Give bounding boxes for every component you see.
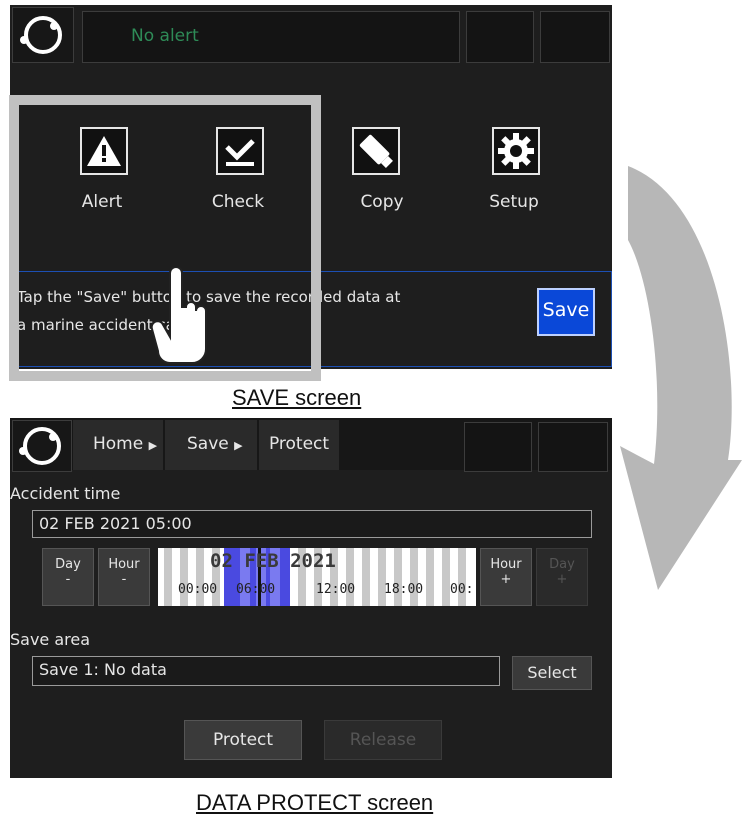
timeline-stripe: [426, 548, 434, 606]
copy-menu-button[interactable]: [352, 127, 400, 175]
day-minus-sign: -: [65, 572, 71, 587]
header-slot-2[interactable]: [538, 422, 608, 472]
usb-drive-icon: [359, 134, 393, 168]
timeline-tick-0000: 00:00: [178, 582, 218, 597]
select-button[interactable]: Select: [512, 656, 592, 690]
save-button[interactable]: Save: [537, 288, 595, 336]
timeline-tick-0600: 06:00: [236, 582, 276, 597]
logo-dot-icon: [20, 36, 28, 44]
protect-button[interactable]: Protect: [184, 720, 302, 760]
copy-menu-label: Copy: [360, 192, 404, 212]
hour-plus-button[interactable]: Hour +: [480, 548, 532, 606]
timeline-stripe: [346, 548, 354, 606]
timeline-stripe: [394, 548, 402, 606]
logo-ring-icon: [24, 16, 62, 54]
alert-display[interactable]: No alert: [82, 11, 460, 63]
timeline-stripe: [180, 548, 188, 606]
timeline-date: 02 FEB 2021: [210, 550, 336, 572]
setup-menu-button[interactable]: [492, 127, 540, 175]
data-protect-screen: Home ▶ Save ▶ Protect Accident time 02 F…: [10, 418, 612, 778]
accident-time-label: Accident time: [10, 484, 121, 503]
breadcrumb-protect[interactable]: Protect: [259, 420, 339, 470]
header-slot-2[interactable]: [540, 11, 610, 63]
transition-arrow-icon: [620, 166, 742, 590]
breadcrumb-home-label: Home: [93, 434, 144, 454]
hour-minus-button[interactable]: Hour -: [98, 548, 150, 606]
setup-menu-label: Setup: [489, 192, 539, 212]
hour-minus-sign: -: [121, 572, 127, 587]
timeline-slider[interactable]: 02 FEB 2021 00:00 06:00 12:00 18:00 00:: [158, 548, 476, 606]
day-minus-button[interactable]: Day -: [42, 548, 94, 606]
save-area-field[interactable]: Save 1: No data: [32, 656, 500, 686]
header-slot-1[interactable]: [464, 422, 532, 472]
timeline-stripe: [164, 548, 172, 606]
logo-ring-icon: [23, 427, 61, 465]
day-plus-sign: +: [556, 572, 568, 587]
breadcrumb-arrow-icon: ▶: [234, 439, 243, 452]
pointing-hand-icon: [150, 267, 207, 364]
timeline-stripe: [378, 548, 386, 606]
timeline-stripe: [442, 548, 450, 606]
system-logo-button[interactable]: [12, 420, 72, 472]
timeline-stripe: [410, 548, 418, 606]
logo-dot-icon: [49, 433, 57, 441]
save-screen-caption: SAVE screen: [232, 385, 362, 410]
day-plus-button[interactable]: Day +: [536, 548, 588, 606]
timeline-tick-0000-next: 00:: [450, 582, 474, 597]
timeline-tick-1200: 12:00: [316, 582, 356, 597]
accident-time-field[interactable]: 02 FEB 2021 05:00: [32, 510, 592, 538]
logo-dot-icon: [19, 447, 27, 455]
system-logo-button[interactable]: [12, 7, 74, 63]
gear-icon: [498, 133, 534, 169]
day-plus-label: Day: [549, 557, 575, 572]
breadcrumb-home[interactable]: Home ▶: [73, 420, 163, 470]
day-minus-label: Day: [55, 557, 81, 572]
timeline-stripe: [362, 548, 370, 606]
alert-status-text: No alert: [131, 26, 199, 46]
hour-minus-label: Hour: [108, 557, 140, 572]
header-slot-1[interactable]: [466, 11, 534, 63]
save-screen: No alert Alert Check Copy Setup Tap the …: [9, 5, 612, 381]
hour-plus-label: Hour: [490, 557, 522, 572]
breadcrumb-save-label: Save: [187, 434, 229, 454]
logo-dot-icon: [50, 22, 58, 30]
breadcrumb-arrow-icon: ▶: [148, 439, 158, 452]
breadcrumb-save[interactable]: Save ▶: [165, 420, 257, 470]
data-protect-screen-caption: DATA PROTECT screen: [196, 790, 434, 815]
timeline-stripe: [196, 548, 204, 606]
hour-plus-sign: +: [500, 572, 512, 587]
timeline-stripe: [458, 548, 466, 606]
save-area-label: Save area: [10, 630, 91, 649]
timeline-tick-1800: 18:00: [384, 582, 424, 597]
release-button[interactable]: Release: [324, 720, 442, 760]
